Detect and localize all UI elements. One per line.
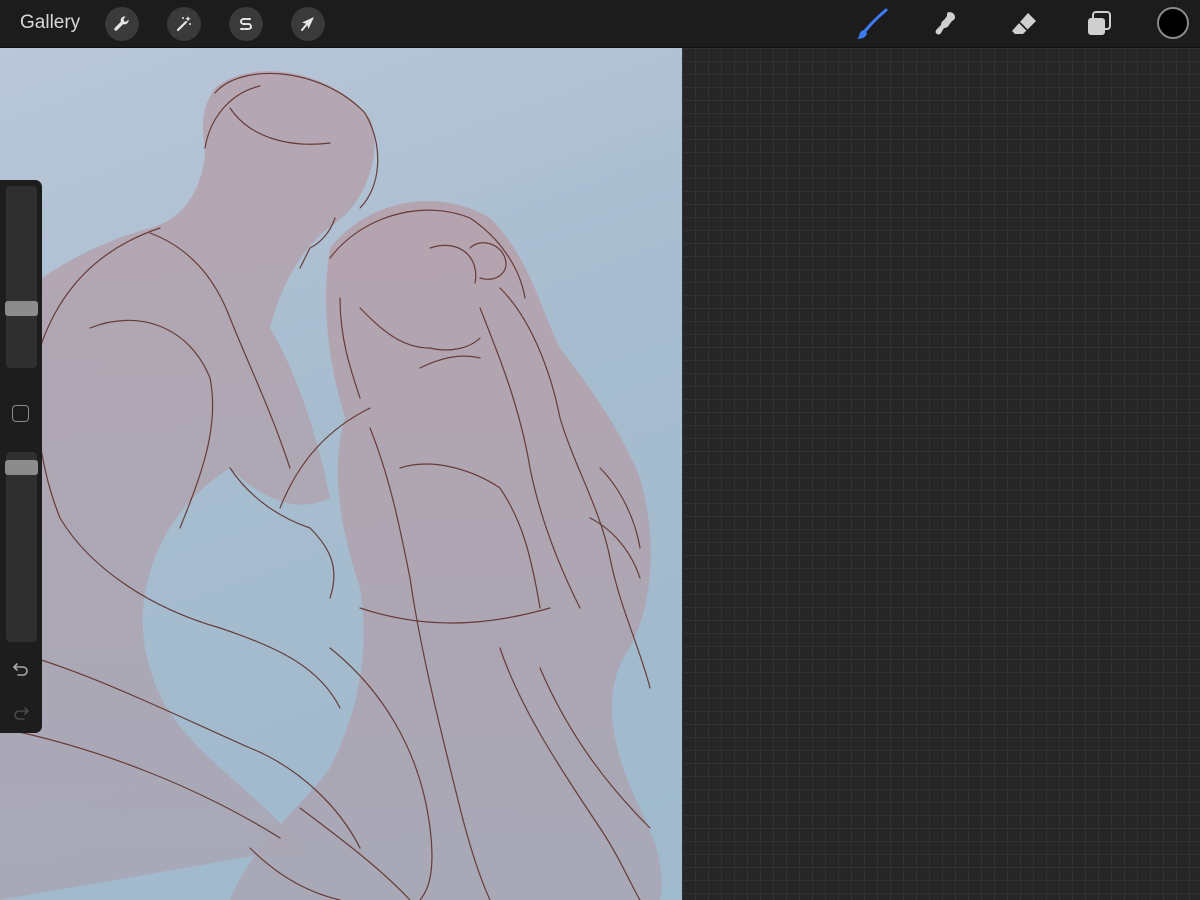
brush-tool-button[interactable] — [854, 6, 890, 42]
adjustments-button[interactable] — [167, 7, 201, 41]
modify-button[interactable] — [12, 405, 29, 422]
smudge-icon — [935, 12, 955, 35]
wrench-icon — [114, 16, 129, 31]
magic-wand-icon — [176, 16, 191, 32]
redo-button[interactable] — [10, 702, 32, 724]
layers-button[interactable] — [1081, 6, 1117, 42]
canvas-background-grid — [682, 48, 1200, 900]
drawing-canvas[interactable] — [0, 48, 682, 900]
eraser-icon — [1012, 13, 1036, 34]
redo-icon — [14, 707, 29, 720]
top-toolbar: Gallery — [0, 0, 1200, 48]
undo-button[interactable] — [10, 658, 32, 680]
sketch-artwork — [0, 71, 662, 900]
selection-s-icon — [240, 18, 252, 30]
left-sidebar — [0, 180, 42, 733]
undo-icon — [13, 663, 28, 676]
selection-button[interactable] — [229, 7, 263, 41]
brush-opacity-thumb[interactable] — [5, 460, 38, 475]
smudge-tool-button[interactable] — [928, 6, 964, 42]
gallery-button[interactable]: Gallery — [20, 12, 80, 34]
brush-icon — [857, 8, 888, 39]
actions-button[interactable] — [105, 7, 139, 41]
transform-button[interactable] — [291, 7, 325, 41]
layers-icon — [1088, 11, 1111, 35]
color-picker-button[interactable] — [1157, 7, 1189, 39]
brush-size-slider[interactable] — [6, 186, 37, 368]
brush-opacity-slider[interactable] — [6, 452, 37, 642]
eraser-tool-button[interactable] — [1006, 6, 1042, 42]
arrow-cursor-icon — [301, 17, 314, 31]
brush-size-thumb[interactable] — [5, 301, 38, 316]
